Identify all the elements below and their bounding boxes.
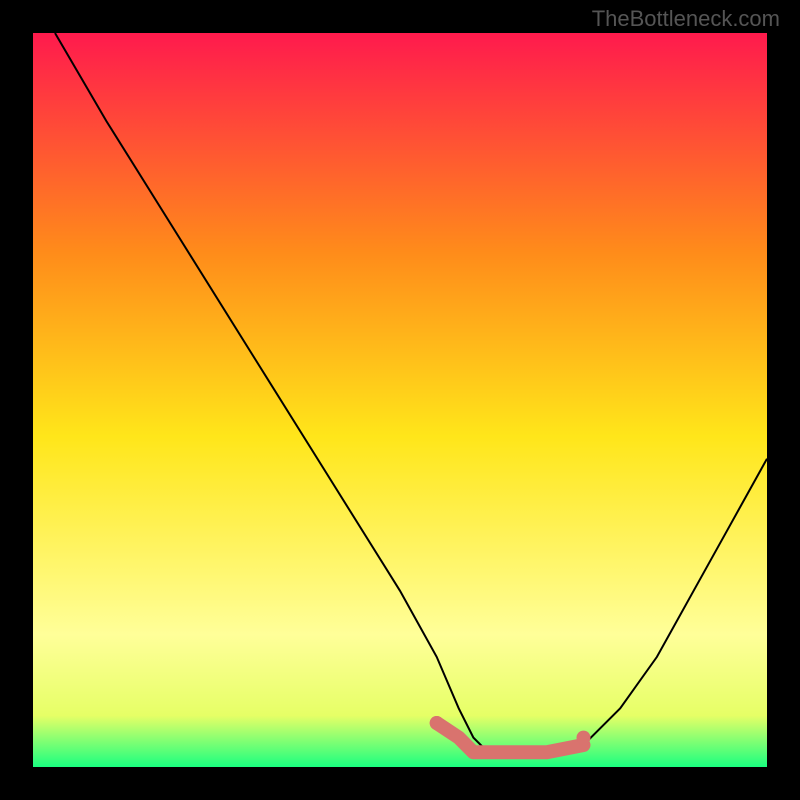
- chart-area: [33, 33, 767, 767]
- watermark-text: TheBottleneck.com: [592, 6, 780, 32]
- highlight-dot: [577, 731, 591, 745]
- chart-svg: [33, 33, 767, 767]
- chart-container: TheBottleneck.com: [0, 0, 800, 800]
- highlight-dot: [430, 716, 444, 730]
